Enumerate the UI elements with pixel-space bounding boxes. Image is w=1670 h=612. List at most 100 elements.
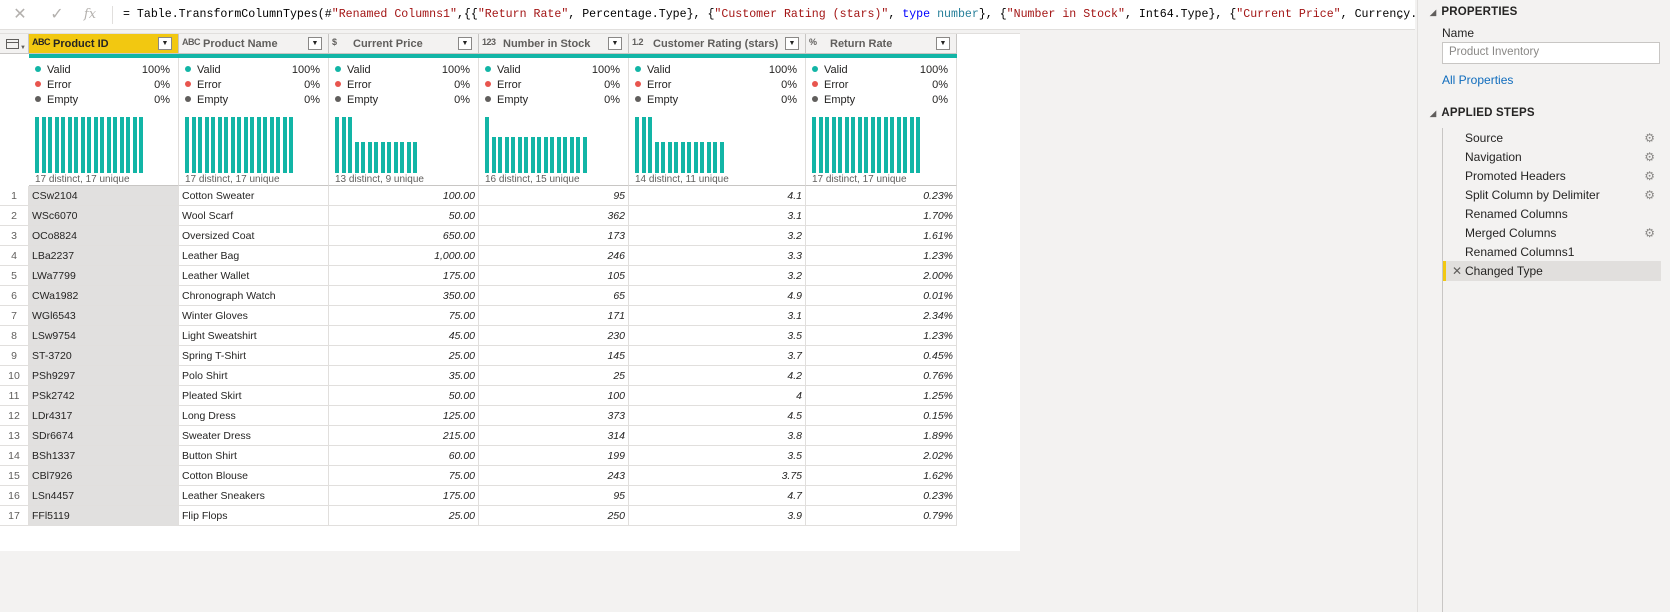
applied-step-navigation[interactable]: Navigation ⚙ [1443, 147, 1661, 167]
table-cell[interactable]: Wool Scarf [179, 206, 329, 226]
value-distribution-histogram[interactable] [335, 117, 475, 173]
value-distribution-histogram[interactable] [185, 117, 325, 173]
table-cell[interactable]: Leather Wallet [179, 266, 329, 286]
table-cell[interactable]: 175.00 [329, 266, 479, 286]
table-cell[interactable]: LSn4457 [29, 486, 179, 506]
table-cell[interactable]: CSw2104 [29, 186, 179, 206]
check-icon[interactable]: ✓ [47, 5, 67, 25]
column-header-return-rate[interactable]: % Return Rate ▼ [806, 34, 957, 54]
type-123-icon[interactable]: 123 [482, 37, 501, 47]
row-number[interactable]: 3 [0, 226, 29, 246]
table-cell[interactable]: 171 [479, 306, 629, 326]
table-cell[interactable]: SDr6674 [29, 426, 179, 446]
table-cell[interactable]: 0.76% [806, 366, 957, 386]
applied-steps-section-title[interactable]: ◢ APPLIED STEPS [1430, 107, 1535, 119]
table-cell[interactable]: 0.15% [806, 406, 957, 426]
table-cell[interactable]: 95 [479, 186, 629, 206]
table-cell[interactable]: 65 [479, 286, 629, 306]
applied-step-merged-columns[interactable]: Merged Columns ⚙ [1443, 223, 1661, 243]
table-cell[interactable]: 250 [479, 506, 629, 526]
table-cell[interactable]: 362 [479, 206, 629, 226]
type-abc-icon[interactable]: ABC [182, 37, 201, 47]
table-cell[interactable]: 3.2 [629, 226, 806, 246]
table-cell[interactable]: 199 [479, 446, 629, 466]
table-cell[interactable]: 60.00 [329, 446, 479, 466]
table-cell[interactable]: 2.00% [806, 266, 957, 286]
row-number[interactable]: 6 [0, 286, 29, 306]
table-cell[interactable]: 173 [479, 226, 629, 246]
row-number[interactable]: 9 [0, 346, 29, 366]
row-number[interactable]: 7 [0, 306, 29, 326]
table-cell[interactable]: Long Dress [179, 406, 329, 426]
table-cell[interactable]: 45.00 [329, 326, 479, 346]
table-cell[interactable]: 4.2 [629, 366, 806, 386]
value-distribution-histogram[interactable] [812, 117, 952, 173]
table-cell[interactable]: 4.7 [629, 486, 806, 506]
table-cell[interactable]: 4.1 [629, 186, 806, 206]
table-cell[interactable]: BSh1337 [29, 446, 179, 466]
table-cell[interactable]: 1.23% [806, 326, 957, 346]
table-cell[interactable]: Chronograph Watch [179, 286, 329, 306]
table-cell[interactable]: 1.89% [806, 426, 957, 446]
gear-icon[interactable]: ⚙ [1644, 128, 1655, 148]
row-number[interactable]: 8 [0, 326, 29, 346]
table-cell[interactable]: 105 [479, 266, 629, 286]
applied-step-renamed-columns[interactable]: Renamed Columns [1443, 204, 1661, 224]
column-header-product-id[interactable]: ABC Product ID ▼ [29, 34, 179, 54]
applied-step-source[interactable]: Source ⚙ [1443, 128, 1661, 148]
table-cell[interactable]: 0.79% [806, 506, 957, 526]
table-cell[interactable]: Leather Sneakers [179, 486, 329, 506]
row-number[interactable]: 4 [0, 246, 29, 266]
table-cell[interactable]: 4 [629, 386, 806, 406]
table-cell[interactable]: 25.00 [329, 506, 479, 526]
table-cell[interactable]: 215.00 [329, 426, 479, 446]
close-icon[interactable]: ✕ [10, 5, 30, 25]
gear-icon[interactable]: ⚙ [1644, 166, 1655, 186]
table-cell[interactable]: 350.00 [329, 286, 479, 306]
table-cell[interactable]: 3.5 [629, 446, 806, 466]
table-cell[interactable]: 3.9 [629, 506, 806, 526]
table-cell[interactable]: Spring T-Shirt [179, 346, 329, 366]
fx-icon[interactable]: fx [80, 5, 100, 25]
table-cell[interactable]: 75.00 [329, 306, 479, 326]
row-number[interactable]: 16 [0, 486, 29, 506]
table-cell[interactable]: 230 [479, 326, 629, 346]
formula-input[interactable]: = Table.TransformColumnTypes(#"Renamed C… [123, 8, 1452, 21]
table-cell[interactable]: 2.34% [806, 306, 957, 326]
table-cell[interactable]: 1.70% [806, 206, 957, 226]
table-cell[interactable]: PSk2742 [29, 386, 179, 406]
table-cell[interactable]: 3.1 [629, 206, 806, 226]
table-cell[interactable]: Leather Bag [179, 246, 329, 266]
table-cell[interactable]: Cotton Sweater [179, 186, 329, 206]
applied-step-split-column-by-delimiter[interactable]: Split Column by Delimiter ⚙ [1443, 185, 1661, 205]
filter-dropdown-icon[interactable]: ▼ [158, 37, 172, 50]
value-distribution-histogram[interactable] [635, 117, 775, 173]
column-header-customer-rating-stars[interactable]: 1.2 Customer Rating (stars) ▼ [629, 34, 806, 54]
table-cell[interactable]: 1.25% [806, 386, 957, 406]
table-cell[interactable]: 0.45% [806, 346, 957, 366]
table-cell[interactable]: 125.00 [329, 406, 479, 426]
table-cell[interactable]: LDr4317 [29, 406, 179, 426]
filter-dropdown-icon[interactable]: ▼ [608, 37, 622, 50]
table-cell[interactable]: Oversized Coat [179, 226, 329, 246]
table-cell[interactable]: 1,000.00 [329, 246, 479, 266]
table-cell[interactable]: LWa7799 [29, 266, 179, 286]
value-distribution-histogram[interactable] [35, 117, 175, 173]
type-abc-icon[interactable]: ABC [32, 37, 51, 47]
table-cell[interactable]: 4.5 [629, 406, 806, 426]
row-number[interactable]: 12 [0, 406, 29, 426]
table-cell[interactable]: 3.8 [629, 426, 806, 446]
table-cell[interactable]: 75.00 [329, 466, 479, 486]
table-cell[interactable]: PSh9297 [29, 366, 179, 386]
table-cell[interactable]: WSc6070 [29, 206, 179, 226]
table-cell[interactable]: 0.23% [806, 186, 957, 206]
table-menu-button[interactable]: ▼ [0, 34, 29, 54]
table-cell[interactable]: CBl7926 [29, 466, 179, 486]
table-cell[interactable]: 650.00 [329, 226, 479, 246]
gear-icon[interactable]: ⚙ [1644, 223, 1655, 243]
table-cell[interactable]: 35.00 [329, 366, 479, 386]
table-cell[interactable]: 3.3 [629, 246, 806, 266]
table-cell[interactable]: ST-3720 [29, 346, 179, 366]
delete-step-icon[interactable]: ✕ [1452, 261, 1462, 281]
table-cell[interactable]: WGl6543 [29, 306, 179, 326]
